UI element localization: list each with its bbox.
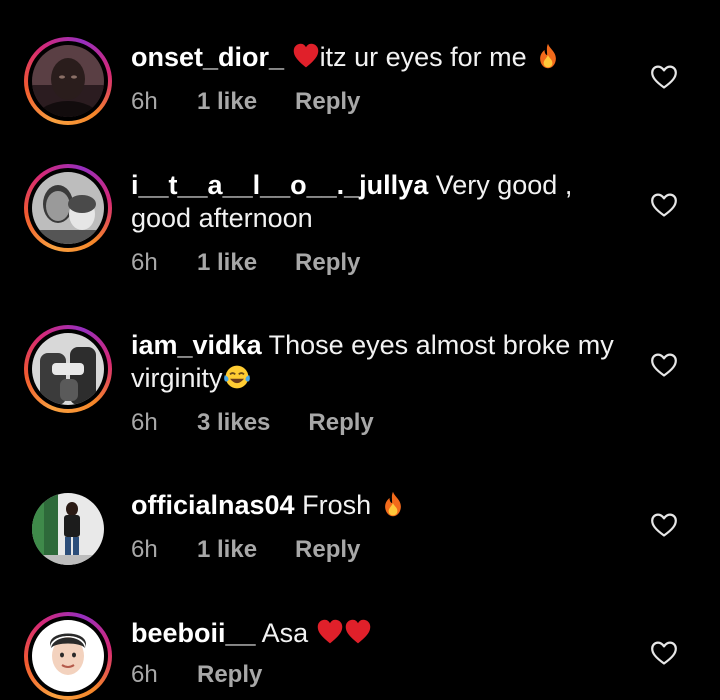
avatar-story-ring[interactable]	[24, 37, 112, 125]
red-heart-emoji	[345, 619, 370, 644]
username[interactable]: officialnas04	[131, 490, 295, 520]
red-heart-emoji	[293, 43, 318, 68]
tears-of-joy-emoji	[223, 365, 250, 389]
avatar	[32, 172, 104, 244]
comment-text: iam_vidka Those eyes almost broke my vir…	[131, 329, 631, 395]
comment-body: Asa	[261, 618, 316, 648]
comment-meta: 6h 3 likes Reply	[131, 409, 374, 437]
comment-meta: 6h Reply	[131, 661, 262, 689]
comment-meta: 6h 1 like Reply	[131, 88, 360, 116]
like-count[interactable]: 3 likes	[197, 409, 270, 437]
reply-button[interactable]: Reply	[308, 409, 373, 437]
comment-text: beeboii__ Asa	[131, 617, 631, 650]
username[interactable]: beeboii__	[131, 618, 256, 648]
avatar	[32, 493, 104, 565]
comment-text: officialnas04 Frosh	[131, 489, 631, 522]
avatar-wrap[interactable]	[24, 485, 112, 573]
reply-button[interactable]: Reply	[295, 536, 360, 564]
like-count[interactable]: 1 like	[197, 249, 257, 277]
reply-button[interactable]: Reply	[295, 88, 360, 116]
avatar-story-ring[interactable]	[24, 164, 112, 252]
comment-text: onset_dior_ itz ur eyes for me	[131, 41, 631, 74]
timestamp: 6h	[131, 409, 158, 436]
red-heart-emoji	[317, 619, 342, 644]
heart-outline-icon[interactable]	[650, 512, 678, 538]
heart-outline-icon[interactable]	[650, 64, 678, 90]
username[interactable]: i__t__a__l__o__._jullya	[131, 170, 428, 200]
timestamp: 6h	[131, 536, 158, 563]
username[interactable]: onset_dior_	[131, 42, 284, 72]
fire-emoji	[384, 491, 401, 517]
avatar	[32, 620, 104, 692]
comment-body: Frosh	[302, 490, 379, 520]
comment-meta: 6h 1 like Reply	[131, 536, 360, 564]
username[interactable]: iam_vidka	[131, 330, 262, 360]
comment-meta: 6h 1 like Reply	[131, 249, 360, 277]
avatar	[32, 45, 104, 117]
timestamp: 6h	[131, 88, 158, 115]
avatar-story-ring[interactable]	[24, 612, 112, 700]
comment-body: itz ur eyes for me	[319, 42, 535, 72]
heart-outline-icon[interactable]	[650, 352, 678, 378]
heart-outline-icon[interactable]	[650, 640, 678, 666]
timestamp: 6h	[131, 661, 158, 688]
timestamp: 6h	[131, 249, 158, 276]
avatar-story-ring[interactable]	[24, 325, 112, 413]
like-count[interactable]: 1 like	[197, 88, 257, 116]
comment-text: i__t__a__l__o__._jullya Very good , good…	[131, 169, 631, 235]
heart-outline-icon[interactable]	[650, 192, 678, 218]
like-count[interactable]: 1 like	[197, 536, 257, 564]
reply-button[interactable]: Reply	[295, 249, 360, 277]
fire-emoji	[540, 43, 557, 69]
avatar	[32, 333, 104, 405]
reply-button[interactable]: Reply	[197, 661, 262, 689]
